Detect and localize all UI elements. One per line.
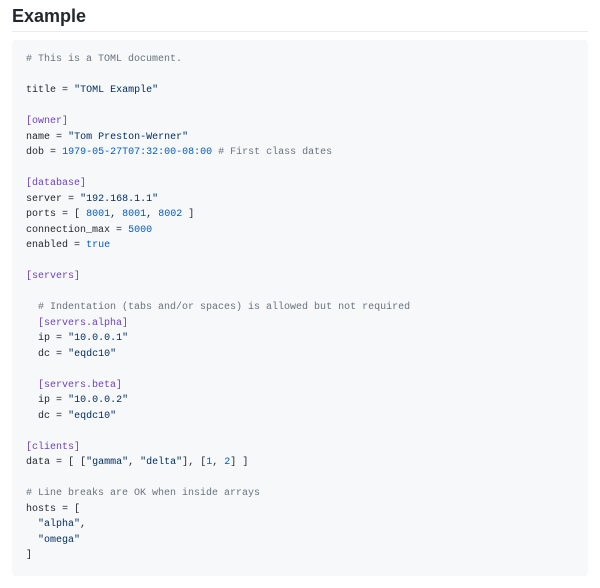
clients-data-c3: , [212, 457, 218, 468]
db-server-equals: = [68, 194, 74, 205]
owner-name-value: "Tom Preston-Werner" [68, 132, 188, 143]
owner-name-key: name [26, 132, 50, 143]
db-ports-v2: 8001 [122, 209, 146, 220]
alpha-ip-value: "10.0.0.1" [68, 333, 128, 344]
db-enabled-value: true [86, 240, 110, 251]
db-connmax-key: connection_max [26, 225, 110, 236]
owner-dob-equals: = [50, 147, 56, 158]
clients-data-v1: "gamma" [86, 457, 128, 468]
db-ports-close: ] [188, 209, 194, 220]
db-enabled-equals: = [74, 240, 80, 251]
example-section: Example # This is a TOML document. title… [0, 0, 600, 588]
toml-code-block: # This is a TOML document. title = "TOML… [12, 40, 588, 576]
clients-header: [clients] [26, 442, 80, 453]
alpha-dc-equals: = [56, 349, 62, 360]
clients-data-open: [ [68, 457, 74, 468]
clients-data-key: data [26, 457, 50, 468]
clients-data-inner2-close: ] [230, 457, 236, 468]
db-ports-c2: , [146, 209, 152, 220]
hosts-open: [ [74, 504, 80, 515]
clients-data-c2: , [188, 457, 194, 468]
alpha-dc-key: dc [38, 349, 50, 360]
hosts-c1: , [80, 519, 86, 530]
db-ports-equals: = [62, 209, 68, 220]
clients-data-equals: = [56, 457, 62, 468]
title-value: "TOML Example" [74, 85, 158, 96]
owner-header: [owner] [26, 116, 68, 127]
comment-top: # This is a TOML document. [26, 54, 182, 65]
comment-indentation: # Indentation (tabs and/or spaces) is al… [38, 302, 410, 313]
servers-alpha-header: [servers.alpha] [38, 318, 128, 329]
beta-dc-key: dc [38, 411, 50, 422]
db-connmax-value: 5000 [128, 225, 152, 236]
owner-dob-value: 1979-05-27T07:32:00-08:00 [62, 147, 212, 158]
beta-ip-equals: = [56, 395, 62, 406]
alpha-ip-equals: = [56, 333, 62, 344]
hosts-key: hosts [26, 504, 56, 515]
db-ports-key: ports [26, 209, 56, 220]
db-ports-open: [ [74, 209, 80, 220]
hosts-v1: "alpha" [38, 519, 80, 530]
db-ports-v1: 8001 [86, 209, 110, 220]
db-ports-c1: , [110, 209, 116, 220]
beta-dc-equals: = [56, 411, 62, 422]
beta-ip-key: ip [38, 395, 50, 406]
servers-header: [servers] [26, 271, 80, 282]
database-header: [database] [26, 178, 86, 189]
clients-data-v2: "delta" [140, 457, 182, 468]
clients-data-c1: , [128, 457, 134, 468]
title-equals: = [62, 85, 68, 96]
hosts-equals: = [62, 504, 68, 515]
servers-beta-header: [servers.beta] [38, 380, 122, 391]
section-heading: Example [12, 6, 588, 32]
db-connmax-equals: = [116, 225, 122, 236]
alpha-ip-key: ip [38, 333, 50, 344]
owner-dob-key: dob [26, 147, 44, 158]
db-ports-v3: 8002 [158, 209, 182, 220]
beta-dc-value: "eqdc10" [68, 411, 116, 422]
alpha-dc-value: "eqdc10" [68, 349, 116, 360]
clients-data-close: ] [242, 457, 248, 468]
db-enabled-key: enabled [26, 240, 68, 251]
hosts-v2: "omega" [38, 535, 80, 546]
title-key: title [26, 85, 56, 96]
owner-name-equals: = [56, 132, 62, 143]
db-server-key: server [26, 194, 62, 205]
comment-hosts: # Line breaks are OK when inside arrays [26, 488, 260, 499]
db-server-value: "192.168.1.1" [80, 194, 158, 205]
hosts-close: ] [26, 550, 32, 561]
beta-ip-value: "10.0.0.2" [68, 395, 128, 406]
comment-dob: # First class dates [218, 147, 332, 158]
